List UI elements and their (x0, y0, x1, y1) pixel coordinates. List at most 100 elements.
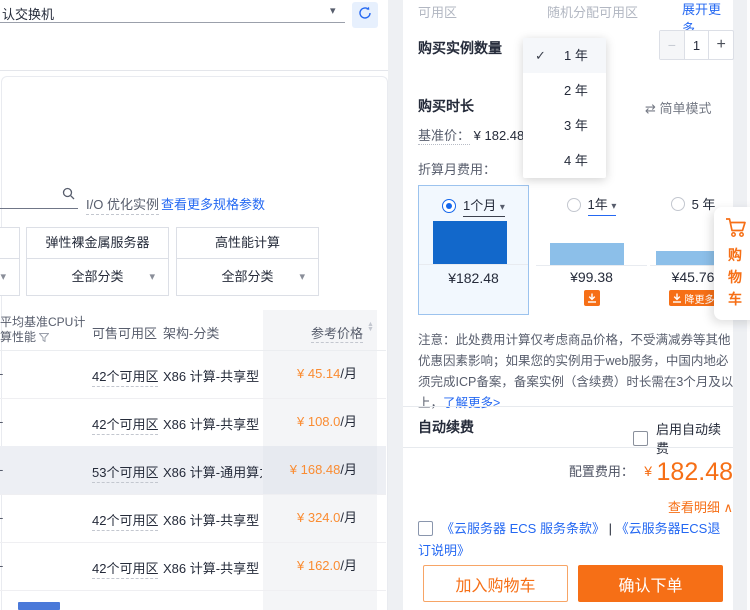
table-row[interactable]: - 42个可用区 X86 计算-共享型 ¥ 324.0/月 (0, 494, 386, 543)
learn-more-link[interactable]: 了解更多> (443, 396, 500, 410)
auto-renew-label: 自动续费 (418, 419, 474, 435)
section-divider (403, 406, 733, 407)
stepper-plus-button[interactable]: + (708, 31, 733, 59)
check-icon: ✓ (535, 48, 546, 63)
price-cell: ¥ 324.0/月 (297, 510, 357, 525)
cpu-perf-cell: - (0, 366, 3, 381)
spec-search-input[interactable] (0, 186, 78, 209)
dropdown-option-2year[interactable]: 2 年 (523, 73, 606, 108)
az-value: 随机分配可用区 (547, 5, 639, 20)
plan-label[interactable]: 5 年 (692, 194, 716, 213)
chevron-down-icon: ▾ (611, 201, 617, 212)
chevron-down-icon: ▾ (0, 271, 6, 283)
caret-up-icon: ∧ (723, 500, 733, 515)
terms-link-ecs[interactable]: 《云服务器 ECS 服务条款》 (441, 521, 605, 536)
category-card-partial[interactable]: 全部分类 ▾ (0, 227, 20, 296)
plan-card-1month[interactable]: 1个月 ▾ ¥182.48 (418, 185, 529, 315)
arch-cell: X86 计算-共享型 (163, 561, 260, 576)
monthly-fee-label: 折算月费用： (418, 162, 497, 177)
arch-cell: X86 计算-通用算力型 (163, 465, 262, 480)
arrow-down-icon (587, 293, 596, 303)
price-cell: ¥ 162.0/月 (297, 558, 357, 573)
floating-cart-widget[interactable]: 购 物 车 (714, 207, 750, 320)
zones-cell[interactable]: 53个可用区 (92, 462, 159, 483)
simple-mode-toggle[interactable]: ⇄ 简单模式 (645, 98, 712, 117)
plan-card-1year[interactable]: 1年 ▾ ¥99.38 (536, 185, 647, 315)
view-detail-link[interactable]: 查看明细 ∧ (403, 497, 733, 516)
confirm-order-button[interactable]: 确认下单 (578, 565, 723, 602)
panel-divider (0, 70, 388, 71)
price-cell: ¥ 108.0/月 (297, 414, 357, 429)
auto-renew-option[interactable]: 启用自动续费 (633, 419, 733, 457)
simple-mode-label: 简单模式 (659, 101, 712, 116)
quantity-stepper[interactable]: − 1 + (659, 30, 734, 60)
table-row[interactable]: - 42个可用区 X86 计算-共享型 ¥ 45.14/月 (0, 350, 386, 399)
chevron-down-icon: ▾ (499, 202, 505, 213)
column-header-price[interactable]: 参考价格 (263, 323, 363, 343)
plan-divider (419, 264, 528, 265)
section-divider (403, 447, 733, 448)
swap-icon: ⇄ (645, 101, 656, 116)
category-dropdown[interactable]: 全部分类 ▾ (27, 259, 168, 295)
io-optimized-label: I/O 优化实例 (86, 194, 159, 215)
zones-cell[interactable]: 42个可用区 (92, 558, 159, 579)
category-dropdown[interactable]: 全部分类 ▾ (177, 259, 318, 295)
ecs-purchase-page: 认交换机 ▾ I/O 优化实例 查看更多规格参数 全部分类 ▾ 弹性裸金属服务器… (0, 0, 750, 610)
zones-cell[interactable]: 42个可用区 (92, 366, 159, 387)
auto-renew-checkbox[interactable] (633, 430, 648, 446)
panel-gap (388, 0, 403, 610)
total-price-row: 配置费用： ¥ 182.48 (403, 458, 733, 487)
shopping-cart-icon (726, 218, 746, 237)
category-dropdown-label: 全部分类 (221, 269, 274, 284)
base-price-value: ¥ 182.48 (473, 128, 525, 143)
currency-symbol: ¥ (644, 463, 653, 479)
more-specs-link[interactable]: 查看更多规格参数 (161, 194, 265, 213)
cpu-perf-cell: - (0, 462, 3, 477)
total-label: 配置费用： (568, 464, 634, 479)
quantity-label: 购买实例数量 (418, 40, 502, 56)
plan-label[interactable]: 1个月 ▾ (463, 195, 505, 217)
sort-icon[interactable]: ▲ ▼ (367, 321, 374, 333)
price-cell: ¥ 45.14/月 (297, 366, 357, 381)
table-row[interactable]: - 42个可用区 X86 计算-共享型 ¥ 108.0/月 (0, 398, 386, 447)
dropdown-option-3year[interactable]: 3 年 (523, 108, 606, 143)
cropped-element-fragment (18, 602, 60, 610)
category-card-title (0, 228, 19, 259)
table-row[interactable]: - 42个可用区 X86 计算-共享型 ¥ 162.0/月 (0, 542, 386, 591)
dropdown-option-4year[interactable]: 4 年 (523, 143, 606, 178)
plan-price: ¥182.48 (448, 270, 499, 286)
zones-cell[interactable]: 42个可用区 (92, 414, 159, 435)
chevron-down-icon: ▾ (149, 271, 155, 283)
terms-row: 《云服务器 ECS 服务条款》 | 《云服务器ECS退订说明》 (418, 518, 726, 562)
radio-selected[interactable] (442, 199, 457, 213)
dropdown-option-1year[interactable]: ✓ 1 年 (523, 38, 606, 73)
category-card-hpc[interactable]: 高性能计算 全部分类 ▾ (176, 227, 319, 296)
quantity-value[interactable]: 1 (685, 31, 709, 59)
refresh-icon (358, 6, 372, 25)
chevron-down-icon: ▾ (330, 5, 336, 17)
cart-widget-label-char: 物 (728, 269, 742, 285)
stepper-minus-button[interactable]: − (660, 31, 685, 59)
column-header-arch: 架构-分类 (163, 326, 220, 341)
refresh-button[interactable] (352, 2, 378, 28)
plan-divider (536, 265, 647, 266)
zones-cell[interactable]: 42个可用区 (92, 510, 159, 531)
radio-unselected[interactable] (670, 196, 685, 211)
filter-icon[interactable] (38, 330, 50, 344)
price-cell: ¥ 168.48/月 (289, 462, 357, 477)
badge-label: 降更多 (684, 294, 715, 306)
vswitch-select[interactable]: 认交换机 (2, 4, 54, 23)
table-row-selected[interactable]: - 53个可用区 X86 计算-通用算力型 ¥ 168.48/月 (0, 446, 386, 495)
add-to-cart-button[interactable]: 加入购物车 (423, 565, 568, 602)
plan-label[interactable]: 1年 ▾ (587, 194, 617, 216)
az-label: 可用区 (418, 5, 458, 20)
duration-dropdown-menu: ✓ 1 年 2 年 3 年 4 年 (523, 38, 606, 178)
discount-more-badge: 降更多 (668, 290, 718, 306)
terms-checkbox[interactable] (418, 521, 433, 536)
arrow-down-icon (672, 293, 681, 303)
duration-label: 购买时长 (418, 98, 474, 114)
category-dropdown[interactable]: 全部分类 ▾ (0, 259, 19, 295)
cart-widget-label-char: 购 (728, 247, 742, 263)
radio-unselected[interactable] (566, 198, 581, 212)
category-card-baremetal[interactable]: 弹性裸金属服务器 全部分类 ▾ (26, 227, 169, 296)
